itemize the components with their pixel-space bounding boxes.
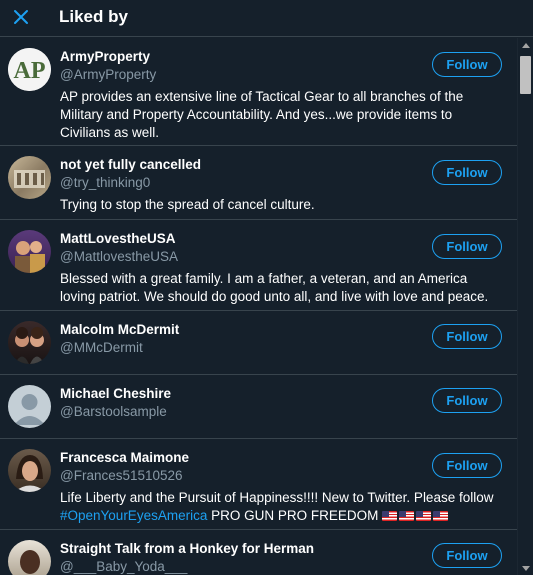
user-name[interactable]: ArmyProperty bbox=[60, 49, 150, 64]
user-handle[interactable]: @MMcDermit bbox=[60, 340, 143, 355]
bio-text: PRO GUN PRO FREEDOM bbox=[207, 508, 383, 523]
bio-text: Life Liberty and the Pursuit of Happines… bbox=[60, 490, 494, 505]
avatar[interactable] bbox=[8, 540, 51, 575]
list-item[interactable]: MattLovestheUSA @MattlovestheUSA Blessed… bbox=[0, 220, 517, 311]
user-handle[interactable]: @Frances51510526 bbox=[60, 468, 183, 483]
follow-button[interactable]: Follow bbox=[432, 543, 502, 568]
user-name[interactable]: Michael Cheshire bbox=[60, 386, 171, 401]
user-handle[interactable]: @Barstoolsample bbox=[60, 404, 167, 419]
scrollbar[interactable] bbox=[517, 38, 533, 575]
user-handle[interactable]: @___Baby_Yoda___ bbox=[60, 559, 187, 574]
default-avatar-icon bbox=[14, 394, 45, 425]
close-button[interactable] bbox=[7, 3, 35, 31]
follow-button[interactable]: Follow bbox=[432, 453, 502, 478]
us-flag-icon bbox=[433, 511, 449, 521]
user-bio: AP provides an extensive line of Tactica… bbox=[60, 89, 464, 140]
us-flag-icon bbox=[399, 511, 415, 521]
us-flag-icon bbox=[416, 511, 432, 521]
modal-header: Liked by bbox=[0, 0, 533, 37]
close-icon bbox=[14, 10, 28, 24]
follow-button[interactable]: Follow bbox=[432, 234, 502, 259]
list-item[interactable]: AP ArmyProperty @ArmyProperty AP provide… bbox=[0, 38, 517, 146]
user-name[interactable]: Francesca Maimone bbox=[60, 450, 189, 465]
scroll-down-arrow-icon[interactable] bbox=[522, 566, 530, 571]
list-item[interactable]: Malcolm McDermit @MMcDermit Follow bbox=[0, 311, 517, 375]
avatar[interactable] bbox=[8, 449, 51, 492]
avatar[interactable] bbox=[8, 385, 51, 428]
follow-button[interactable]: Follow bbox=[432, 388, 502, 413]
follow-button[interactable]: Follow bbox=[432, 160, 502, 185]
hashtag-link[interactable]: #OpenYourEyesAmerica bbox=[60, 508, 207, 523]
avatar[interactable] bbox=[8, 230, 51, 273]
follow-button[interactable]: Follow bbox=[432, 324, 502, 349]
avatar[interactable] bbox=[8, 321, 51, 364]
user-handle[interactable]: @MattlovestheUSA bbox=[60, 249, 178, 264]
avatar[interactable] bbox=[8, 156, 51, 199]
user-handle[interactable]: @try_thinking0 bbox=[60, 175, 150, 190]
avatar-logo-text: AP bbox=[14, 58, 46, 84]
user-bio: Blessed with a great family. I am a fath… bbox=[60, 271, 489, 304]
user-name[interactable]: Straight Talk from a Honkey for Herman bbox=[60, 541, 314, 556]
liked-by-list: AP ArmyProperty @ArmyProperty AP provide… bbox=[0, 38, 517, 575]
scrollbar-thumb[interactable] bbox=[520, 56, 531, 94]
user-name[interactable]: not yet fully cancelled bbox=[60, 157, 201, 172]
user-bio: Trying to stop the spread of cancel cult… bbox=[60, 197, 315, 212]
follow-button[interactable]: Follow bbox=[432, 52, 502, 77]
user-name[interactable]: Malcolm McDermit bbox=[60, 322, 179, 337]
list-item[interactable]: Francesca Maimone @Frances51510526 Life … bbox=[0, 439, 517, 530]
user-bio: Life Liberty and the Pursuit of Happines… bbox=[60, 489, 506, 525]
user-handle[interactable]: @ArmyProperty bbox=[60, 67, 156, 82]
modal-title: Liked by bbox=[59, 7, 128, 26]
us-flag-icon bbox=[382, 511, 398, 521]
list-item[interactable]: not yet fully cancelled @try_thinking0 T… bbox=[0, 146, 517, 220]
scroll-up-arrow-icon[interactable] bbox=[522, 43, 530, 48]
avatar[interactable]: AP bbox=[8, 48, 51, 91]
list-item[interactable]: Straight Talk from a Honkey for Herman @… bbox=[0, 530, 517, 575]
user-name[interactable]: MattLovestheUSA bbox=[60, 231, 176, 246]
list-item[interactable]: Michael Cheshire @Barstoolsample Follow bbox=[0, 375, 517, 439]
